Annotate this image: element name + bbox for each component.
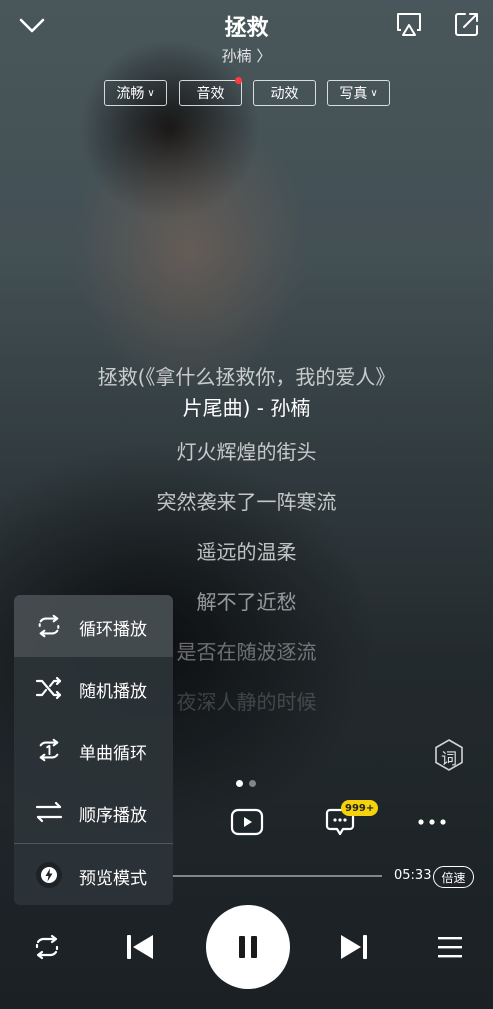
- skip-next-icon: [341, 935, 367, 959]
- artist-link[interactable]: 孙楠 〉: [0, 45, 493, 66]
- visual-effect-label: 动效: [270, 86, 299, 102]
- quality-label: 流畅: [116, 86, 145, 102]
- mode-item-sequential[interactable]: 顺序播放: [14, 781, 173, 843]
- preview-toggle[interactable]: [34, 861, 64, 889]
- next-button[interactable]: [332, 918, 376, 976]
- sound-effect-label: 音效: [196, 86, 225, 102]
- quality-chip[interactable]: 流畅 ∨: [104, 80, 167, 106]
- comments-count-badge: 999+: [341, 800, 379, 816]
- lyric-line-current: 片尾曲) - 孙楠: [182, 396, 311, 420]
- loop-icon: [34, 612, 64, 640]
- mode-item-repeat-one[interactable]: 单曲循环: [14, 719, 173, 781]
- photo-chip[interactable]: 写真 ∨: [327, 80, 390, 106]
- mode-item-label: 预览模式: [79, 869, 147, 889]
- video-button[interactable]: [228, 802, 266, 842]
- visual-effect-chip[interactable]: 动效: [253, 80, 316, 106]
- video-play-icon: [230, 808, 264, 836]
- lyrics-mode-label: 词: [440, 749, 457, 768]
- mode-item-label: 随机播放: [79, 682, 147, 702]
- skip-previous-icon: [127, 935, 153, 959]
- pause-button[interactable]: [206, 905, 290, 989]
- share-button[interactable]: [450, 8, 484, 40]
- mode-item-label: 单曲循环: [79, 744, 147, 764]
- progress-bar[interactable]: [172, 875, 382, 877]
- mode-item-label: 顺序播放: [79, 806, 147, 826]
- repeat-one-icon: [34, 736, 64, 764]
- page-dot: [249, 780, 256, 787]
- playlist-icon: [438, 937, 462, 958]
- photo-label: 写真: [339, 86, 368, 102]
- more-button[interactable]: [414, 802, 450, 842]
- mode-item-preview[interactable]: 预览模式: [14, 844, 173, 905]
- lyric-line: 突然袭来了一阵寒流: [156, 490, 337, 514]
- lyric-line: 灯火辉煌的街头: [176, 440, 317, 464]
- play-mode-menu: 循环播放 随机播放 单曲循环 顺序播放 预览模式: [14, 595, 173, 905]
- cast-button[interactable]: [392, 8, 426, 40]
- option-chips: 流畅 ∨ 音效 动效 写真 ∨: [0, 77, 493, 106]
- header: 拯救 孙楠 〉: [0, 0, 493, 70]
- more-icon: [418, 819, 446, 825]
- sound-effect-chip[interactable]: 音效: [179, 77, 242, 106]
- share-icon: [455, 13, 478, 36]
- lightning-icon: [36, 862, 62, 888]
- page-dot-active: [236, 780, 243, 787]
- play-mode-button[interactable]: [28, 918, 66, 976]
- caret-down-icon: ∨: [370, 87, 378, 99]
- mode-item-shuffle[interactable]: 随机播放: [14, 657, 173, 719]
- shuffle-icon: [34, 674, 64, 702]
- cast-icon: [397, 13, 421, 36]
- notification-dot: [235, 77, 242, 84]
- sequential-icon: [34, 798, 64, 826]
- mode-item-label: 循环播放: [79, 620, 147, 640]
- total-time: 05:33: [394, 868, 432, 883]
- loop-icon: [35, 934, 59, 960]
- mode-item-loop[interactable]: 循环播放: [14, 595, 173, 657]
- caret-down-icon: ∨: [147, 87, 155, 99]
- lyric-line: 拯救(《拿什么拯救你，我的爱人》: [97, 365, 396, 389]
- speed-button[interactable]: 倍速: [433, 866, 474, 888]
- lyrics-mode-button[interactable]: 词: [433, 738, 465, 772]
- previous-button[interactable]: [118, 918, 162, 976]
- pause-icon: [239, 936, 257, 958]
- playlist-button[interactable]: [430, 918, 470, 976]
- lyric-line: 遥远的温柔: [196, 540, 297, 564]
